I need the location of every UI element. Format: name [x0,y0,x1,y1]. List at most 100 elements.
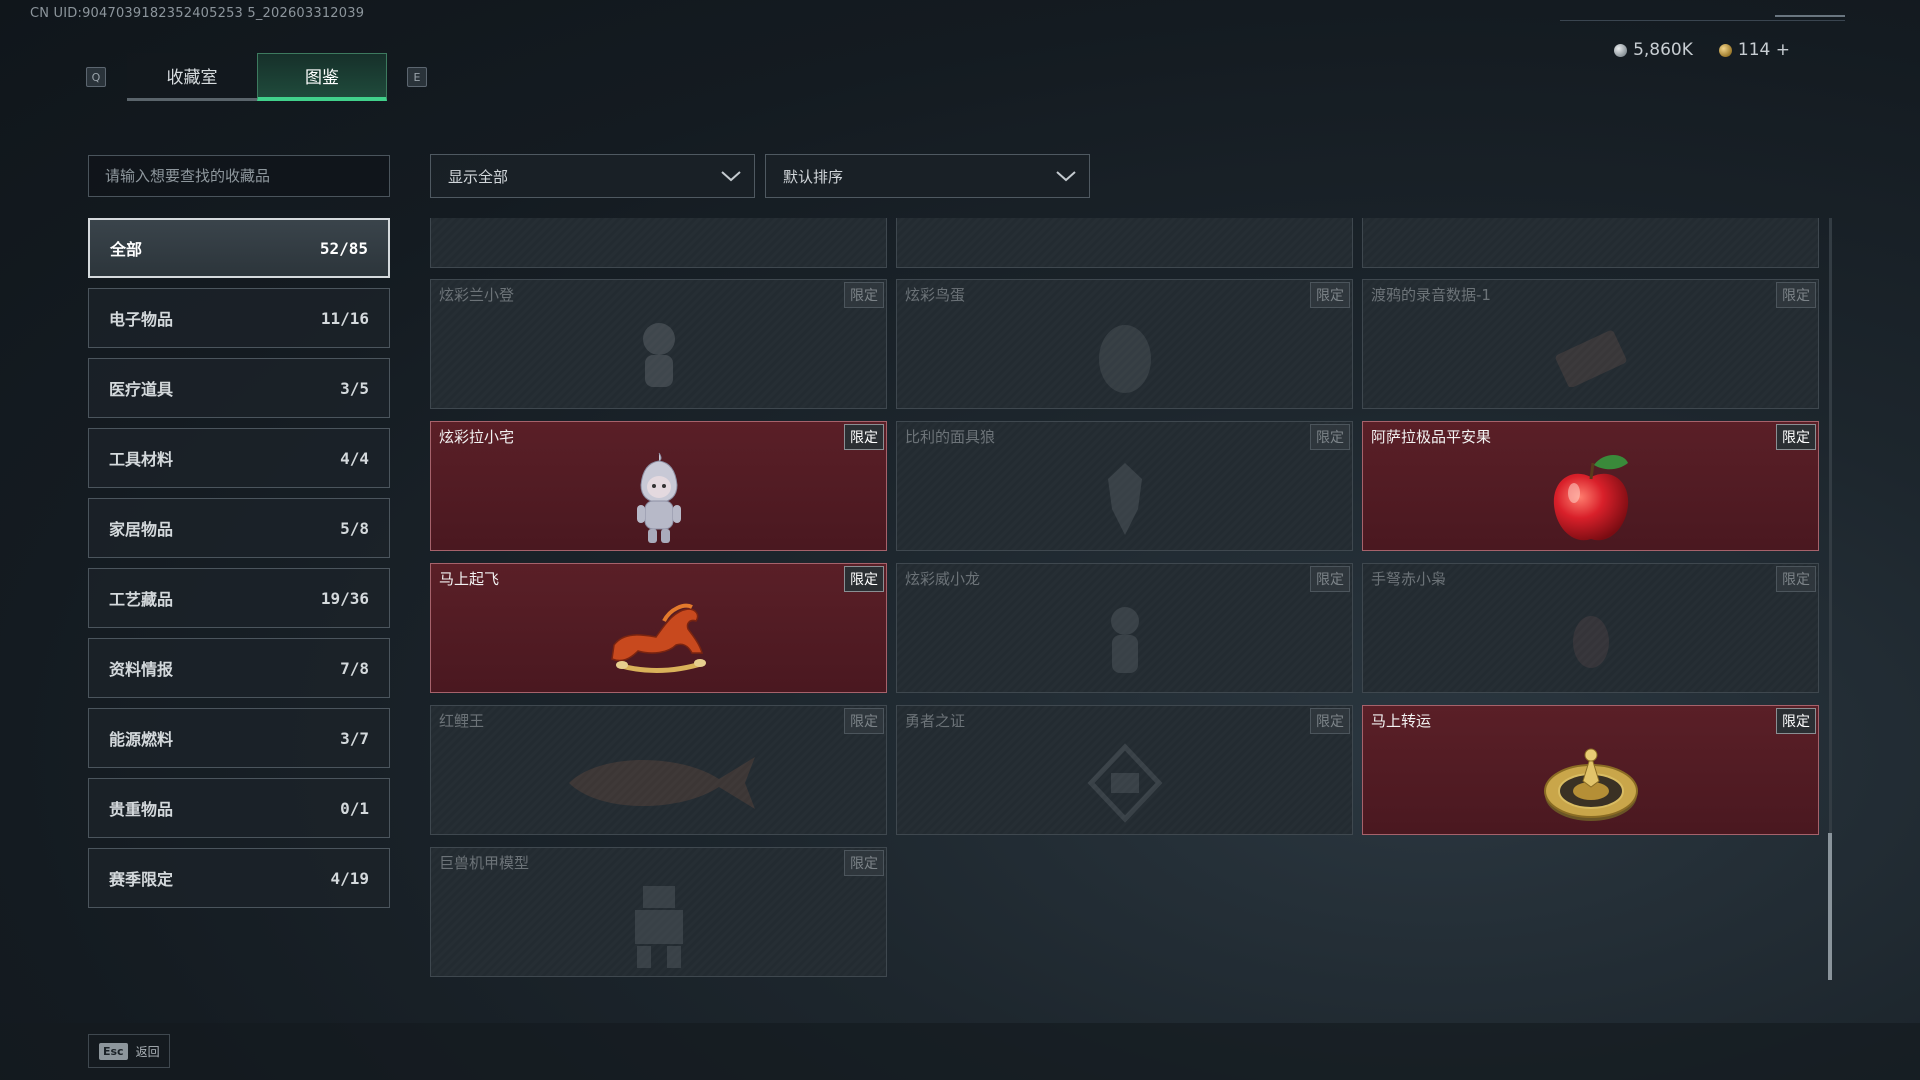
limited-badge: 限定 [1310,566,1350,592]
item-card[interactable]: 手弩赤小枭 限定 [1362,563,1819,693]
category-count: 0/1 [340,798,369,818]
category-count: 4/4 [340,448,369,468]
item-name: 炫彩威小龙 [905,570,981,588]
category-crafts[interactable]: 工艺藏品 19/36 [88,568,390,628]
category-label: 工艺藏品 [109,590,174,609]
category-label: 能源燃料 [109,730,174,749]
category-label: 贵重物品 [109,800,174,819]
category-valuables[interactable]: 贵重物品 0/1 [88,778,390,838]
item-card[interactable]: 马上起飞 限定 [430,563,887,693]
item-name: 勇者之证 [905,712,966,730]
sort-dropdown[interactable]: 默认排序 [765,154,1090,198]
category-season-limited[interactable]: 赛季限定 4/19 [88,848,390,908]
limited-badge: 限定 [844,282,884,308]
item-card-partial[interactable] [430,218,887,268]
category-fuel[interactable]: 能源燃料 3/7 [88,708,390,768]
horse-icon [610,603,706,673]
item-name: 比利的面具狼 [905,428,996,446]
category-label: 医疗道具 [109,380,174,399]
item-card[interactable]: 比利的面具狼 限定 [896,421,1353,551]
category-label: 赛季限定 [109,870,174,889]
item-card[interactable]: 炫彩鸟蛋 限定 [896,279,1353,409]
silver-coin-icon [1614,43,1628,57]
item-name: 炫彩兰小登 [439,286,515,304]
filter-dropdown-value: 显示全部 [448,167,509,186]
category-label: 家居物品 [109,520,174,539]
e-key-hint[interactable]: E [407,67,427,87]
gold-coin-icon [1718,43,1732,57]
limited-badge: 限定 [844,424,884,450]
item-card[interactable]: 炫彩威小龙 限定 [896,563,1353,693]
item-name: 马上转运 [1371,712,1432,730]
owl-icon [1572,615,1609,668]
item-card[interactable]: 炫彩兰小登 限定 [430,279,887,409]
egg-icon [1098,324,1151,393]
category-label: 资料情报 [109,660,174,679]
filter-dropdown[interactable]: 显示全部 [430,154,755,198]
tab-codex[interactable]: 图鉴 [257,53,387,101]
top-divider [1560,20,1845,21]
apple-icon [1553,454,1628,541]
item-card[interactable]: 渡鸦的录音数据-1 限定 [1362,279,1819,409]
item-card[interactable]: 阿萨拉极品平安果 限定 [1362,421,1819,551]
item-card[interactable]: 巨兽机甲模型 限定 [430,847,887,977]
silver-currency: 5,860K [1614,40,1693,60]
limited-badge: 限定 [1776,282,1816,308]
chevron-down-icon [1056,171,1076,182]
tab-collection-room[interactable]: 收藏室 [127,53,257,101]
back-label: 返回 [135,1044,160,1059]
category-electronics[interactable]: 电子物品 11/16 [88,288,390,348]
item-card[interactable]: 马上转运 限定 [1362,705,1819,835]
limited-badge: 限定 [1776,708,1816,734]
sort-dropdown-value: 默认排序 [783,167,844,186]
category-count: 19/36 [320,588,369,608]
scrollbar-thumb[interactable] [1828,833,1832,980]
category-tools[interactable]: 工具材料 4/4 [88,428,390,488]
item-name: 巨兽机甲模型 [439,854,530,872]
category-medical[interactable]: 医疗道具 3/5 [88,358,390,418]
q-key-hint[interactable]: Q [86,67,106,87]
limited-badge: 限定 [1310,424,1350,450]
limited-badge: 限定 [1776,566,1816,592]
item-card[interactable]: 勇者之证 限定 [896,705,1353,835]
category-count: 7/8 [340,658,369,678]
category-count: 3/7 [340,728,369,748]
limited-badge: 限定 [844,566,884,592]
item-card[interactable]: 炫彩拉小宅 限定 [430,421,887,551]
limited-badge: 限定 [1310,708,1350,734]
item-name: 炫彩鸟蛋 [905,286,966,304]
silver-amount: 5,860K [1633,40,1693,60]
currency-display: 5,860K 114 + [1614,40,1790,60]
category-intel[interactable]: 资料情报 7/8 [88,638,390,698]
collectible-search-input[interactable] [88,155,390,197]
item-card-partial[interactable] [896,218,1353,268]
category-count: 11/16 [320,308,369,328]
fish-icon [568,756,755,809]
item-card[interactable]: 红鲤王 限定 [430,705,887,835]
user-uid: CN UID:9047039182352405253 5_20260331203… [30,6,365,21]
back-button[interactable]: Esc 返回 [88,1034,170,1068]
mech-icon [634,885,683,968]
item-card-partial[interactable] [1362,218,1819,268]
limited-badge: 限定 [844,708,884,734]
category-all[interactable]: 全部 52/85 [88,218,390,278]
category-label: 电子物品 [109,310,174,329]
esc-key-hint: Esc [99,1042,128,1060]
dragon-icon [1110,606,1139,673]
item-name: 红鲤王 [439,712,485,730]
gold-currency[interactable]: 114 + [1718,40,1790,60]
item-name: 阿萨拉极品平安果 [1371,428,1492,446]
category-count: 5/8 [340,518,369,538]
figure-icon [636,452,681,543]
limited-badge: 限定 [1776,424,1816,450]
category-label: 全部 [110,240,143,259]
bottom-bar [0,1023,1920,1080]
category-household[interactable]: 家居物品 5/8 [88,498,390,558]
item-name: 马上起飞 [439,570,500,588]
limited-badge: 限定 [1310,282,1350,308]
item-name: 手弩赤小枭 [1371,570,1447,588]
chevron-down-icon [721,171,741,182]
category-count: 4/19 [330,868,369,888]
category-count: 3/5 [340,378,369,398]
wolf-mask-icon [1107,462,1142,535]
